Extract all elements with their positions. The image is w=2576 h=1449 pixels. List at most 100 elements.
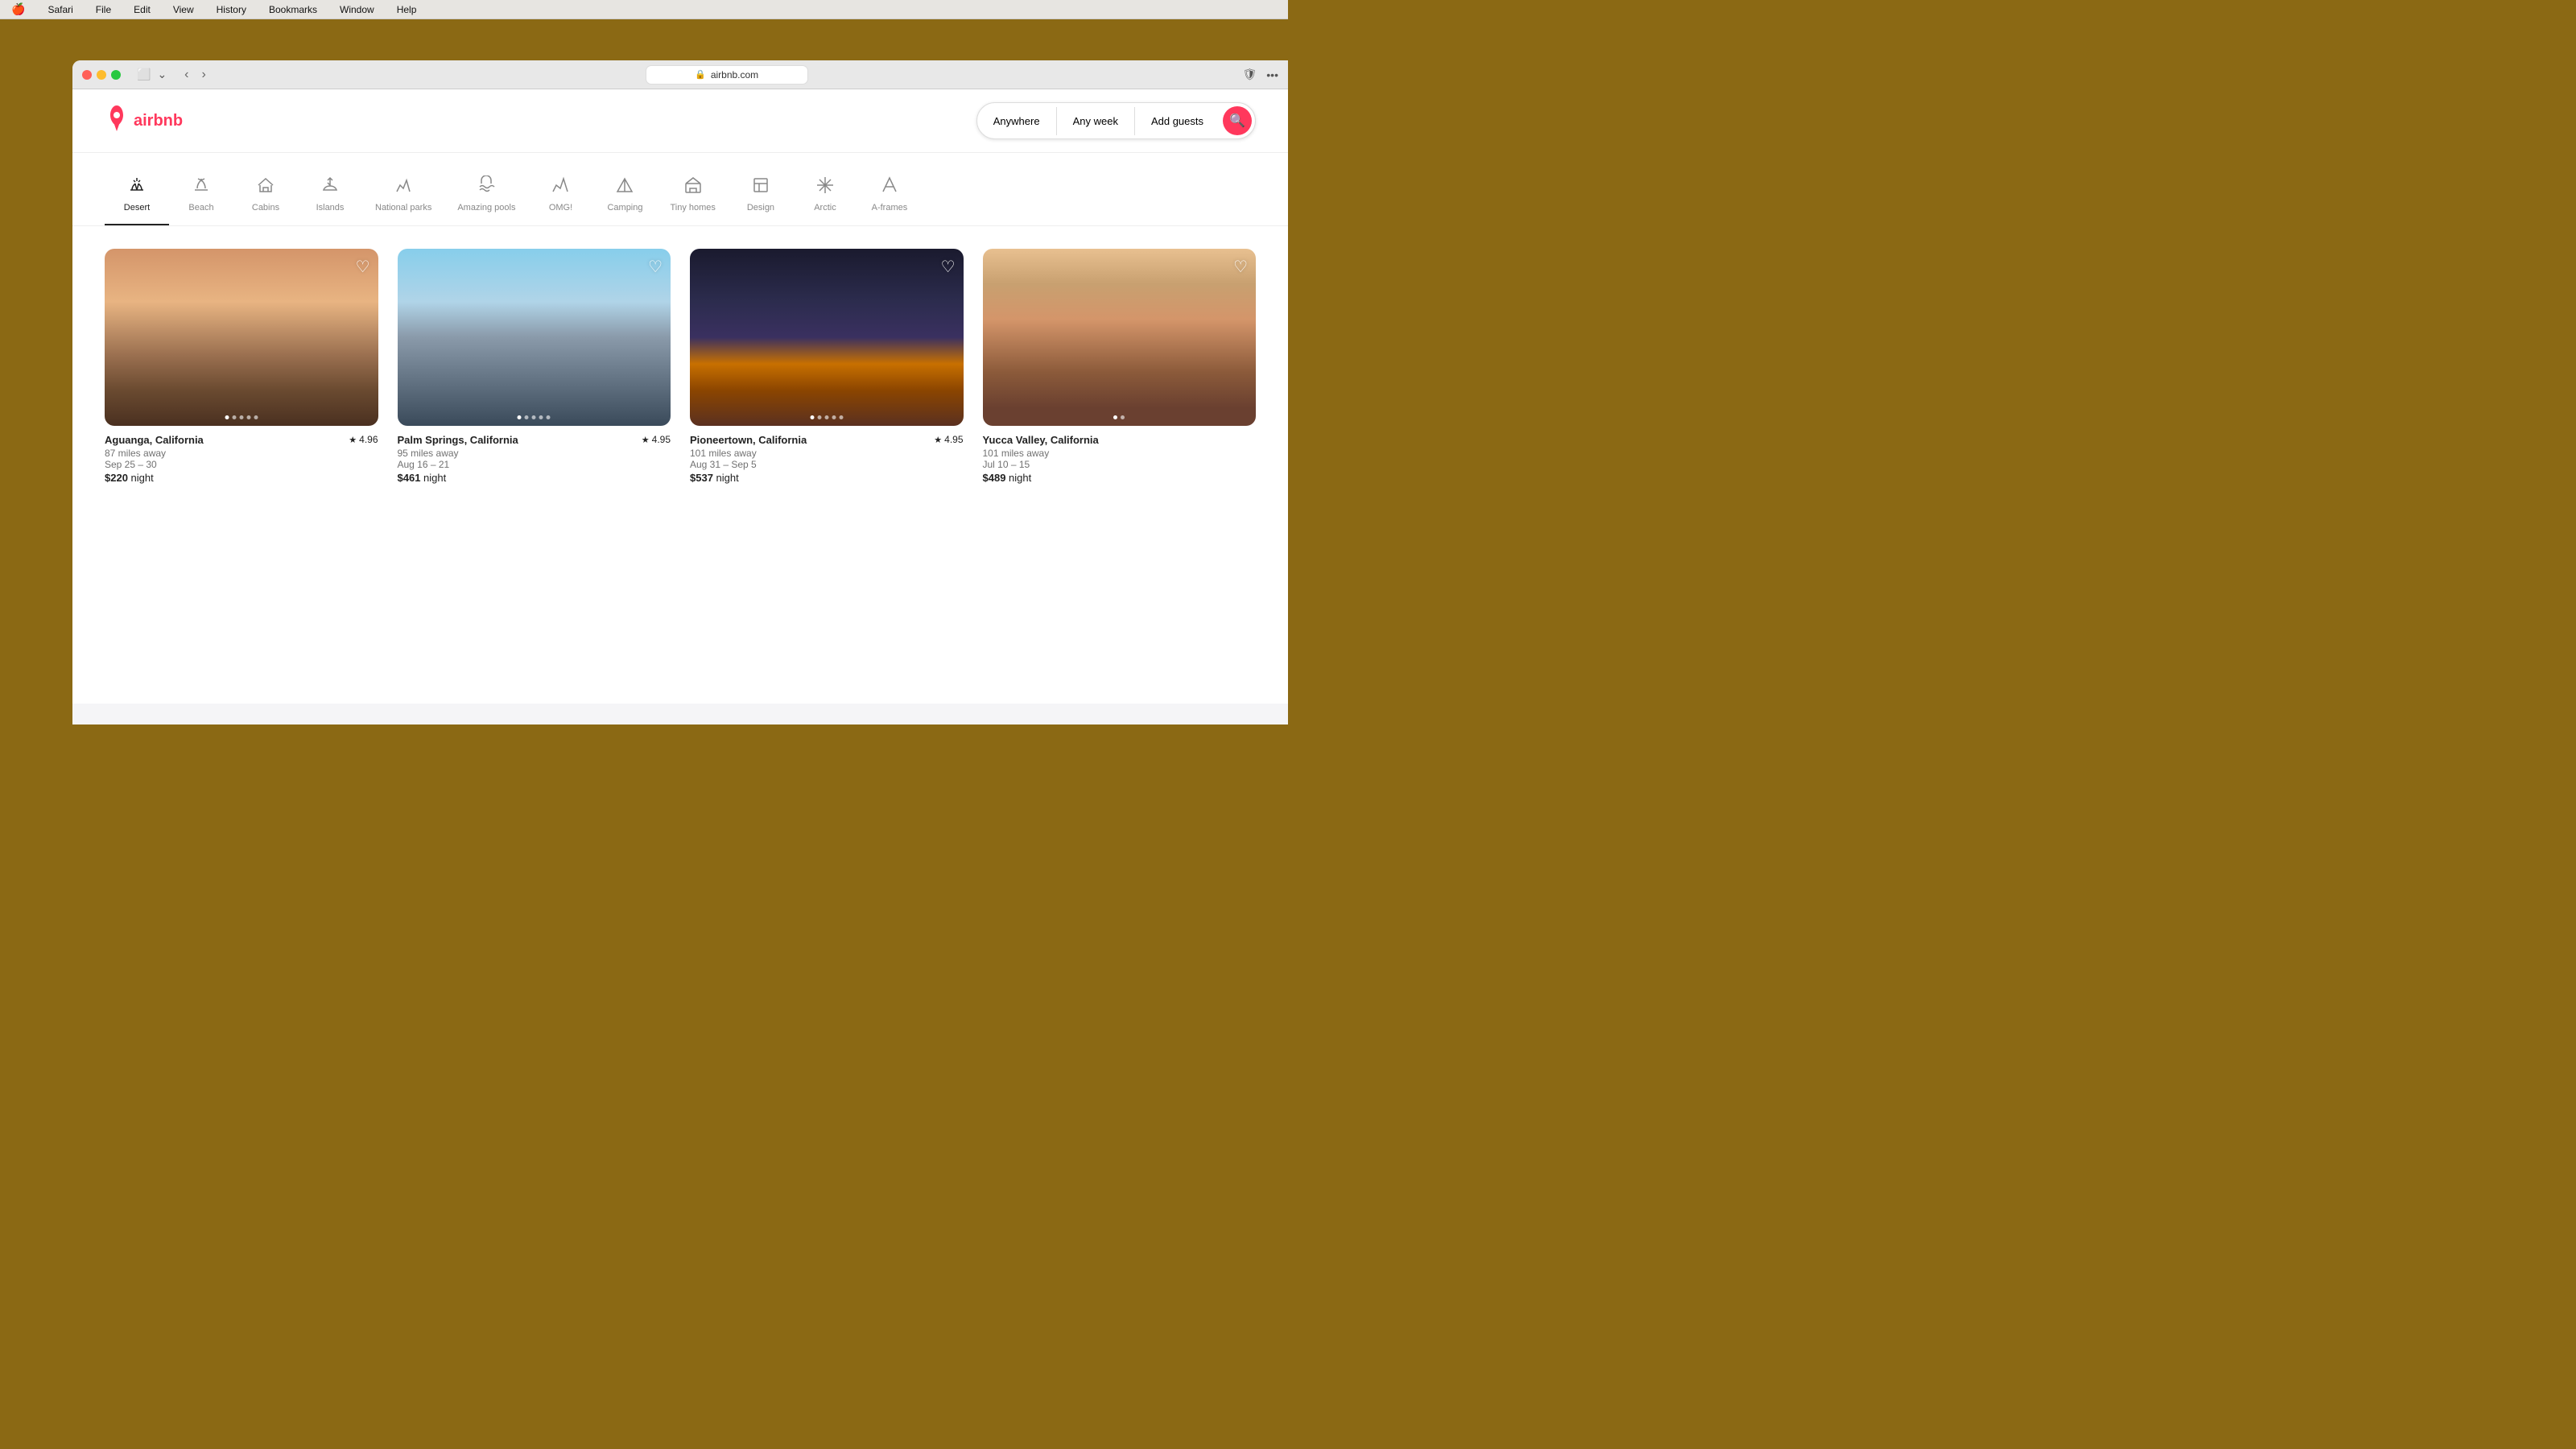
sidebar-toggle-icon[interactable]: ⬜ — [137, 68, 151, 81]
forward-button[interactable]: › — [197, 66, 211, 84]
category-beach-label: Beach — [188, 203, 213, 213]
dot-4-1 — [1113, 415, 1117, 419]
history-menu[interactable]: History — [212, 2, 251, 17]
listing-rating-2: ★ 4.95 — [642, 434, 671, 445]
listing-card-3[interactable]: ♡ Pioneertown, California ★ 4.95 — [690, 249, 964, 484]
design-icon — [751, 175, 770, 198]
toolbar-right: 🛡 ••• — [1243, 68, 1279, 81]
listing-dates-4: Jul 10 – 15 — [983, 459, 1257, 470]
title-bar: ⬜ ⌄ ‹ › 🔒 airbnb.com 🛡 ••• — [72, 60, 1288, 89]
listing-card-2[interactable]: ♡ Palm Springs, California ★ 4.95 — [398, 249, 671, 484]
category-design[interactable]: Design — [729, 169, 793, 225]
cabins-icon — [256, 175, 275, 198]
category-cabins-label: Cabins — [252, 203, 279, 213]
dot-3-2 — [817, 415, 821, 419]
help-menu[interactable]: Help — [392, 2, 422, 17]
category-amazing-pools-label: Amazing pools — [457, 203, 515, 213]
wishlist-button-2[interactable]: ♡ — [648, 257, 663, 277]
category-desert-label: Desert — [124, 203, 150, 213]
category-camping-label: Camping — [607, 203, 642, 213]
star-icon-3: ★ — [934, 435, 942, 445]
listing-distance-1: 87 miles away — [105, 448, 378, 459]
category-islands[interactable]: Islands — [298, 169, 362, 225]
listing-card-4[interactable]: ♡ Yucca Valley, California 101 miles awa… — [983, 249, 1257, 484]
airbnb-logo[interactable]: airbnb — [105, 105, 183, 137]
wishlist-button-4[interactable]: ♡ — [1233, 257, 1248, 277]
amazing-pools-icon — [477, 175, 496, 198]
edit-menu[interactable]: Edit — [129, 2, 155, 17]
file-menu[interactable]: File — [91, 2, 116, 17]
listing-info-4: Yucca Valley, California — [983, 434, 1257, 446]
islands-icon — [320, 175, 340, 198]
close-button[interactable] — [82, 70, 92, 80]
back-button[interactable]: ‹ — [180, 66, 193, 84]
minimize-button[interactable] — [97, 70, 106, 80]
wishlist-button-3[interactable]: ♡ — [941, 257, 956, 277]
more-options-icon[interactable]: ••• — [1266, 68, 1278, 81]
dot-2-4 — [539, 415, 543, 419]
category-omg[interactable]: OMG! — [528, 169, 592, 225]
category-national-parks-label: National parks — [375, 203, 431, 213]
listing-price-1: $220 night — [105, 472, 378, 484]
window-menu[interactable]: Window — [335, 2, 379, 17]
category-arctic[interactable]: Arctic — [793, 169, 857, 225]
a-frames-icon — [880, 175, 899, 198]
dot-1-3 — [239, 415, 243, 419]
camping-icon — [615, 175, 634, 198]
dot-2-3 — [532, 415, 536, 419]
sidebar-chevron-icon[interactable]: ⌄ — [157, 68, 167, 81]
categories-bar: Desert Beach Cabins — [72, 153, 1288, 226]
anywhere-button[interactable]: Anywhere — [977, 107, 1057, 135]
listing-info-1: Aguanga, California ★ 4.96 — [105, 434, 378, 446]
listing-location-1: Aguanga, California — [105, 434, 204, 446]
listing-distance-4: 101 miles away — [983, 448, 1257, 459]
beach-icon — [192, 175, 211, 198]
tiny-homes-icon — [683, 175, 703, 198]
shield-icon: 🛡 — [1243, 68, 1257, 81]
category-a-frames[interactable]: A-frames — [857, 169, 922, 225]
url-bar[interactable]: 🔒 airbnb.com — [646, 66, 807, 84]
dot-2-5 — [547, 415, 551, 419]
category-cabins[interactable]: Cabins — [233, 169, 298, 225]
browser-window: ⬜ ⌄ ‹ › 🔒 airbnb.com 🛡 ••• — [72, 60, 1288, 724]
category-beach[interactable]: Beach — [169, 169, 233, 225]
category-desert[interactable]: Desert — [105, 169, 169, 225]
listing-price-2: $461 night — [398, 472, 671, 484]
listing-price-4: $489 night — [983, 472, 1257, 484]
url-text: airbnb.com — [711, 69, 758, 80]
dot-4-2 — [1121, 415, 1125, 419]
category-a-frames-label: A-frames — [872, 203, 908, 213]
add-guests-button[interactable]: Add guests — [1135, 107, 1220, 135]
dot-3-3 — [824, 415, 828, 419]
listing-distance-2: 95 miles away — [398, 448, 671, 459]
listing-card-1[interactable]: ♡ Aguanga, California ★ 4.96 — [105, 249, 378, 484]
apple-menu[interactable]: 🍎 — [6, 1, 30, 18]
any-week-button[interactable]: Any week — [1057, 107, 1135, 135]
category-islands-label: Islands — [316, 203, 345, 213]
listing-info-2: Palm Springs, California ★ 4.95 — [398, 434, 671, 446]
search-submit-button[interactable]: 🔍 — [1223, 106, 1252, 135]
nav-arrows: ‹ › — [180, 66, 211, 84]
dot-2-1 — [518, 415, 522, 419]
view-menu[interactable]: View — [168, 2, 199, 17]
traffic-lights — [82, 70, 121, 80]
dot-3-1 — [810, 415, 814, 419]
dot-3-4 — [832, 415, 836, 419]
category-camping[interactable]: Camping — [592, 169, 657, 225]
bookmarks-menu[interactable]: Bookmarks — [264, 2, 322, 17]
category-amazing-pools[interactable]: Amazing pools — [444, 169, 528, 225]
listing-location-4: Yucca Valley, California — [983, 434, 1099, 446]
maximize-button[interactable] — [111, 70, 121, 80]
listing-image-3: ♡ — [690, 249, 964, 426]
lock-icon: 🔒 — [695, 69, 706, 80]
dot-3-5 — [839, 415, 843, 419]
airbnb-header: airbnb Anywhere Any week Add guests 🔍 — [72, 89, 1288, 153]
safari-menu[interactable]: Safari — [43, 2, 77, 17]
listings-grid: ♡ Aguanga, California ★ 4.96 — [72, 226, 1288, 506]
category-omg-label: OMG! — [549, 203, 572, 213]
wishlist-button-1[interactable]: ♡ — [356, 257, 370, 277]
logo-text: airbnb — [134, 112, 183, 130]
category-national-parks[interactable]: National parks — [362, 169, 444, 225]
star-icon-1: ★ — [349, 435, 357, 445]
category-tiny-homes[interactable]: Tiny homes — [657, 169, 728, 225]
